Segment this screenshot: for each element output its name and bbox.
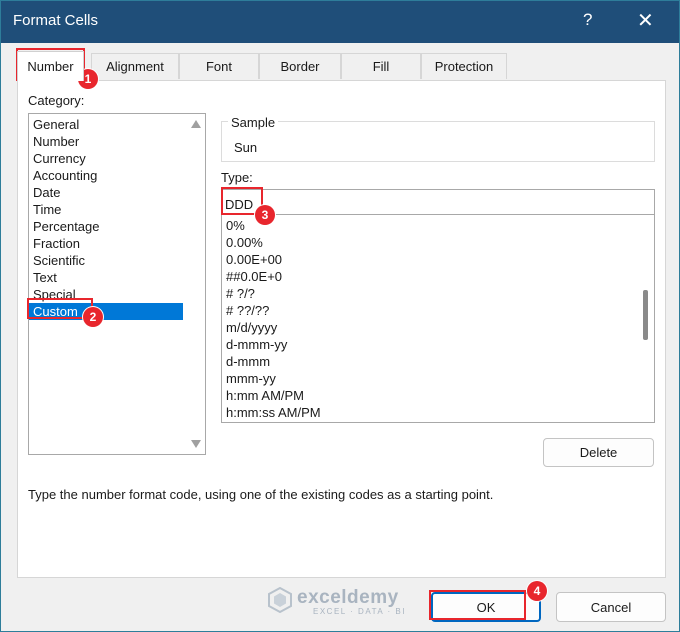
sample-group bbox=[221, 121, 655, 162]
category-item-currency[interactable]: Currency bbox=[29, 150, 205, 167]
tab-fill[interactable]: Fill bbox=[341, 53, 421, 79]
format-list[interactable]: 0% 0.00% 0.00E+00 ##0.0E+0 # ?/? # ??/??… bbox=[221, 215, 655, 423]
dialog-title: Format Cells bbox=[13, 12, 99, 29]
tab-border[interactable]: Border bbox=[259, 53, 341, 79]
category-item-text[interactable]: Text bbox=[29, 269, 205, 286]
callout-badge-4: 4 bbox=[527, 581, 547, 601]
format-item[interactable]: # ?/? bbox=[222, 285, 654, 302]
category-item-custom[interactable]: Custom bbox=[29, 303, 183, 320]
category-list[interactable]: General Number Currency Accounting Date … bbox=[28, 113, 206, 455]
category-item-accounting[interactable]: Accounting bbox=[29, 167, 205, 184]
category-item-number[interactable]: Number bbox=[29, 133, 205, 150]
type-label: Type: bbox=[221, 170, 253, 185]
sample-label: Sample bbox=[228, 115, 279, 130]
delete-button[interactable]: Delete bbox=[543, 438, 654, 467]
type-input[interactable] bbox=[221, 189, 655, 215]
close-icon[interactable]: ✕ bbox=[637, 8, 654, 33]
scroll-down-arrow-icon[interactable] bbox=[191, 440, 201, 448]
sample-value: Sun bbox=[234, 140, 258, 155]
tab-number[interactable]: Number bbox=[17, 51, 84, 81]
format-item[interactable]: 0% bbox=[222, 217, 654, 234]
tab-protection[interactable]: Protection bbox=[421, 53, 507, 79]
scroll-up-arrow-icon[interactable] bbox=[191, 120, 201, 128]
help-icon[interactable]: ? bbox=[583, 10, 592, 30]
category-item-scientific[interactable]: Scientific bbox=[29, 252, 205, 269]
category-item-date[interactable]: Date bbox=[29, 184, 205, 201]
format-item[interactable]: h:mm AM/PM bbox=[222, 387, 654, 404]
tab-font[interactable]: Font bbox=[179, 53, 259, 79]
category-item-general[interactable]: General bbox=[29, 116, 205, 133]
hint-text: Type the number format code, using one o… bbox=[28, 487, 494, 502]
category-item-special[interactable]: Special bbox=[29, 286, 205, 303]
category-item-time[interactable]: Time bbox=[29, 201, 205, 218]
format-item[interactable]: d-mmm-yy bbox=[222, 336, 654, 353]
category-scrollbar[interactable] bbox=[187, 114, 205, 454]
cancel-button[interactable]: Cancel bbox=[556, 592, 666, 622]
format-item[interactable]: m/d/yyyy bbox=[222, 319, 654, 336]
dialog-body: Number Alignment Font Border Fill Protec… bbox=[1, 43, 679, 631]
category-label: Category: bbox=[28, 93, 85, 108]
watermark-name: exceldemy bbox=[297, 587, 399, 608]
category-item-fraction[interactable]: Fraction bbox=[29, 235, 205, 252]
format-item[interactable]: 0.00E+00 bbox=[222, 251, 654, 268]
callout-badge-3: 3 bbox=[255, 205, 275, 225]
format-cells-dialog: Format Cells ? ✕ Number Alignment Font B… bbox=[0, 0, 680, 632]
format-item[interactable]: 0.00% bbox=[222, 234, 654, 251]
exceldemy-logo-icon bbox=[268, 587, 292, 613]
format-item[interactable]: h:mm:ss AM/PM bbox=[222, 404, 654, 421]
callout-badge-2: 2 bbox=[83, 307, 103, 327]
format-item[interactable]: # ??/?? bbox=[222, 302, 654, 319]
ok-button[interactable]: OK bbox=[431, 592, 541, 622]
number-tab-panel: Category: General Number Currency Accoun… bbox=[17, 80, 666, 578]
title-bar: Format Cells ? ✕ bbox=[1, 1, 679, 43]
format-item[interactable]: ##0.0E+0 bbox=[222, 268, 654, 285]
tab-alignment[interactable]: Alignment bbox=[91, 53, 179, 79]
watermark-tagline: EXCEL · DATA · BI bbox=[313, 607, 406, 616]
format-item[interactable]: d-mmm bbox=[222, 353, 654, 370]
format-item[interactable]: mmm-yy bbox=[222, 370, 654, 387]
category-item-percentage[interactable]: Percentage bbox=[29, 218, 205, 235]
format-scroll-thumb[interactable] bbox=[643, 290, 648, 340]
format-scrollbar[interactable] bbox=[636, 215, 654, 422]
